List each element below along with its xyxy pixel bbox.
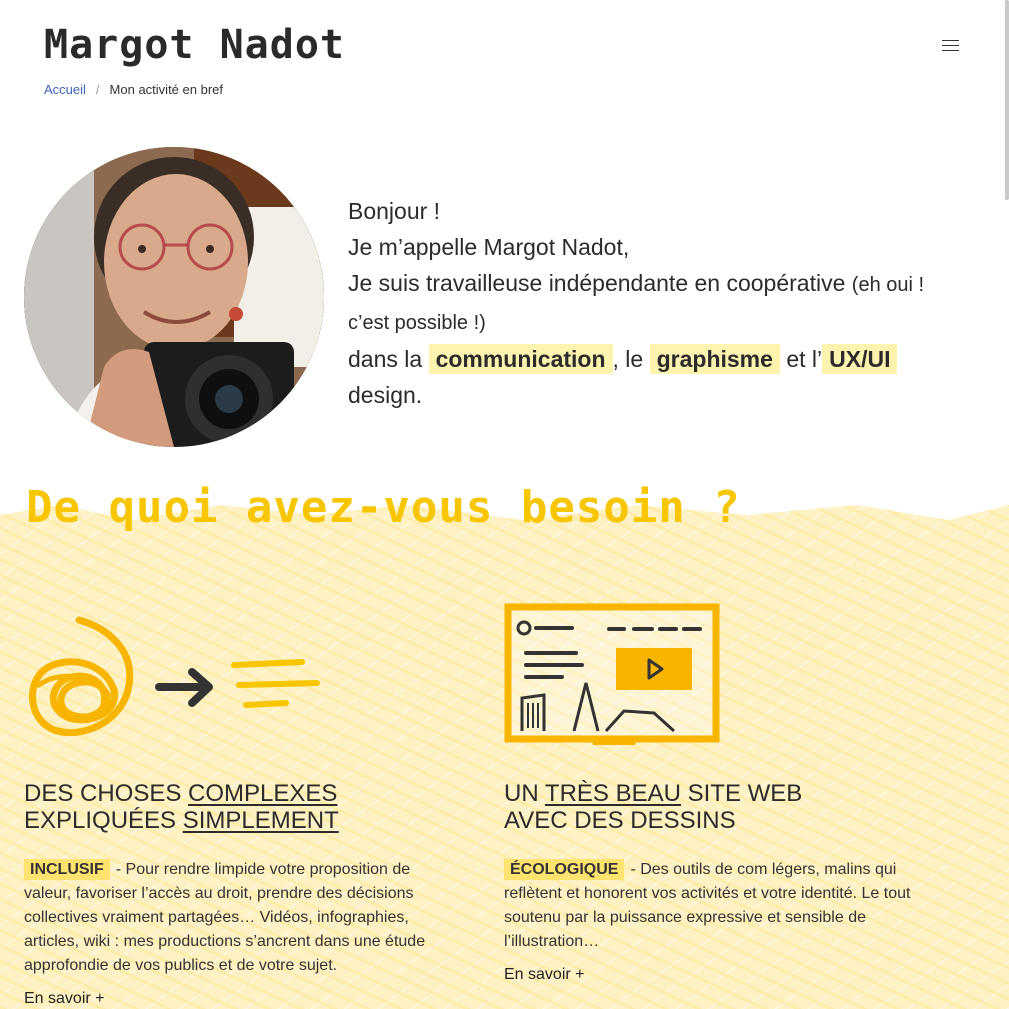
tag-ecologique: ÉCOLOGIQUE — [504, 859, 625, 880]
hamburger-menu-icon[interactable] — [942, 40, 959, 52]
service-card-explain-text: INCLUSIF - Pour rendre limpide votre prop… — [24, 858, 444, 978]
breadcrumb-home-link[interactable]: Accueil — [44, 82, 86, 97]
card-title-part: TRÈS BEAU — [544, 780, 681, 807]
highlight-ux-ui: UX/UI — [822, 344, 898, 374]
card-title-part: SIMPLEMENT — [182, 807, 339, 834]
intro-greeting: Bonjour ! — [348, 198, 441, 224]
learn-more-link-explain[interactable]: En savoir + — [24, 990, 104, 1008]
intro-status-line: Je suis travailleuse indépendante en coo… — [348, 270, 846, 296]
intro-fields-suffix: design. — [348, 382, 423, 408]
card-title-part: EXPLIQUÉES — [24, 807, 177, 834]
card-title-part: AVEC DES DESSINS — [504, 807, 736, 834]
breadcrumb-separator: / — [95, 82, 100, 97]
scribble-to-lines-illustration — [29, 616, 320, 737]
needs-section-title: De quoi avez-vous besoin ? — [26, 482, 741, 533]
service-card-explain-title: DES CHOSES COMPLEXES EXPLIQUÉES SIMPLEME… — [24, 780, 444, 834]
card-title-part: SITE WEB — [687, 780, 803, 807]
intro-sep-1: , le — [612, 346, 644, 372]
breadcrumb-current: Mon activité en bref — [109, 82, 223, 97]
page-scrollbar[interactable] — [1005, 0, 1009, 200]
intro-fields-prefix: dans la — [348, 346, 423, 372]
card-title-part: UN — [504, 780, 539, 807]
service-card-website-text: ÉCOLOGIQUE - Des outils de com légers, ma… — [504, 858, 924, 954]
learn-more-link-website[interactable]: En savoir + — [504, 966, 584, 984]
card-title-part: DES CHOSES — [24, 780, 182, 807]
highlight-communication: communication — [428, 344, 613, 374]
service-card-explain: DES CHOSES COMPLEXES EXPLIQUÉES SIMPLEME… — [24, 780, 444, 1008]
intro-sep-2: et l’ — [786, 346, 823, 372]
profile-photo — [24, 147, 324, 447]
profile-photo-illustration — [24, 147, 324, 447]
service-card-website-title: UN TRÈS BEAU SITE WEB AVEC DES DESSINS — [504, 780, 924, 834]
card-title-part: COMPLEXES — [188, 780, 338, 807]
service-card-website: UN TRÈS BEAU SITE WEB AVEC DES DESSINS É… — [504, 780, 924, 984]
breadcrumb: Accueil / Mon activité en bref — [44, 82, 223, 97]
highlight-graphisme: graphisme — [649, 344, 780, 374]
website-monitor-illustration — [504, 603, 720, 745]
intro-name-line: Je m’appelle Margot Nadot, — [348, 234, 630, 260]
tag-inclusif: INCLUSIF — [24, 859, 110, 880]
site-logo[interactable]: Margot Nadot — [44, 22, 345, 68]
intro-text: Bonjour ! Je m’appelle Margot Nadot, Je … — [348, 193, 968, 413]
